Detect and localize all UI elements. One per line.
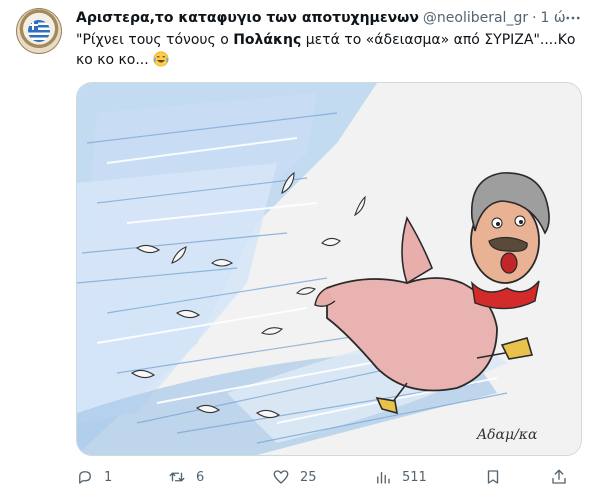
avatar[interactable]	[16, 8, 62, 54]
tweet: Αριστερα,το καταφυγιο των αποτυχημενων @…	[0, 0, 608, 496]
display-name[interactable]: Αριστερα,το καταφυγιο των αποτυχημενων	[76, 10, 419, 26]
like-count: 25	[300, 469, 317, 485]
views-button[interactable]: 511	[374, 466, 427, 488]
tweet-text-bold: Πολάκης	[233, 32, 302, 48]
greek-flag-icon	[28, 20, 50, 42]
reply-icon	[79, 471, 91, 484]
separator-dot: ·	[532, 10, 537, 26]
share-button[interactable]	[550, 466, 568, 488]
reply-count: 1	[104, 469, 113, 485]
share-icon	[552, 469, 566, 484]
tweet-text-start: "Ρίχνει τους τόνους ο	[76, 32, 234, 48]
tweet-text: "Ρίχνει τους τόνους ο Πολάκης μετά το «ά…	[76, 30, 576, 70]
caricature-illustration: Αδαμ/κα	[77, 83, 581, 455]
bookmark-icon	[487, 470, 499, 484]
retweet-count: 6	[196, 469, 205, 485]
tweet-actions: 1 6 25 511	[76, 466, 580, 488]
retweet-button[interactable]: 6	[168, 466, 204, 488]
bookmark-button[interactable]	[484, 466, 502, 488]
more-options-button[interactable]	[560, 8, 586, 28]
like-button[interactable]: 25	[272, 466, 317, 488]
reply-button[interactable]: 1	[76, 466, 112, 488]
more-horizontal-icon	[566, 16, 580, 20]
user-handle[interactable]: @neoliberal_gr	[423, 10, 528, 26]
views-count: 511	[402, 469, 427, 485]
retweet-icon	[169, 472, 185, 482]
tweet-media-image[interactable]: Αδαμ/κα	[76, 82, 582, 456]
face-with-tears-of-joy-icon	[153, 51, 169, 67]
heart-icon	[273, 470, 289, 484]
views-bar-chart-icon	[377, 471, 390, 484]
artist-signature: Αδαμ/κα	[475, 427, 538, 443]
tweet-header: Αριστερα,το καταφυγιο των αποτυχημενων @…	[76, 8, 566, 28]
